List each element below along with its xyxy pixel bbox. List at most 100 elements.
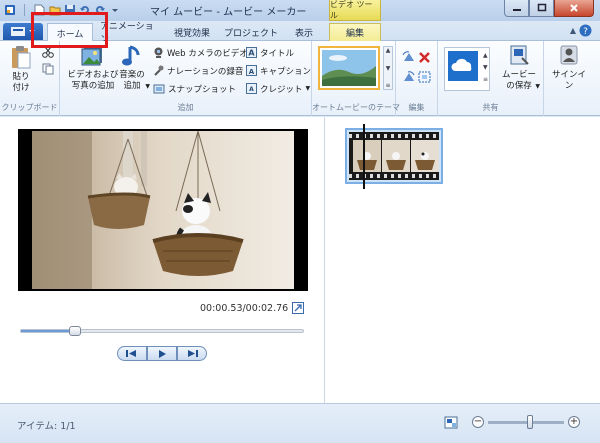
tab-project[interactable]: プロジェクト <box>222 23 280 41</box>
paste-label: 貼り 付け <box>12 72 30 93</box>
item-count-status: アイテム: 1/1 <box>17 421 76 432</box>
qat-dropdown-icon[interactable] <box>108 3 121 17</box>
title-button[interactable]: A タイトル <box>246 46 294 59</box>
minimize-button[interactable] <box>504 0 529 17</box>
caption-button[interactable]: A キャプション <box>246 64 311 77</box>
zoom-slider[interactable] <box>488 414 564 429</box>
svg-text:A: A <box>248 49 255 58</box>
tab-visual-effects[interactable]: 視覚効果 <box>166 23 218 41</box>
group-add: ビデオおよび 写真の追加 音楽の 追加 ▼ Web カメラのビデオ ナレーション… <box>60 41 312 116</box>
select-all-icon[interactable] <box>418 71 431 83</box>
play-icon <box>159 349 166 358</box>
paste-icon <box>12 46 31 69</box>
save-movie-icon <box>510 45 529 65</box>
caption-icon: A <box>246 65 257 76</box>
play-button[interactable] <box>147 346 177 361</box>
share-group-label: 共有 <box>482 103 499 112</box>
zoom-slider-thumb[interactable] <box>526 414 533 429</box>
credits-dropdown-icon[interactable]: ▼ <box>306 85 311 92</box>
snapshot-button[interactable]: スナップショット <box>153 82 236 95</box>
landscape-theme-icon <box>322 50 376 86</box>
clipboard-group-label: クリップボード <box>1 103 58 112</box>
record-narration-button[interactable]: ナレーションの録音 ▼ <box>153 64 251 77</box>
timecode-display: 00:00.53/00:02.76 <box>200 303 289 314</box>
previous-frame-icon <box>126 350 136 357</box>
snapshot-label: スナップショット <box>168 84 237 95</box>
onedrive-cloud-icon <box>448 51 478 81</box>
storyboard-playhead[interactable] <box>363 124 365 189</box>
seek-bar[interactable] <box>20 326 304 336</box>
fullscreen-preview-icon[interactable] <box>292 302 304 314</box>
caption-label: キャプション <box>260 66 312 77</box>
group-share: ▲ ▼ ≡ ムービー の保存 ▼ 共有 <box>438 41 544 116</box>
add-videos-photos-button[interactable]: ビデオおよび 写真の追加 <box>66 44 120 92</box>
gallery-more-icon[interactable]: ≡ <box>385 82 390 89</box>
gallery-down-icon[interactable]: ▼ <box>386 65 391 72</box>
seek-bar-thumb[interactable] <box>68 326 81 336</box>
title-label: タイトル <box>260 48 295 59</box>
add-music-button[interactable]: 音楽の 追加 ▼ <box>116 44 150 92</box>
close-button[interactable] <box>554 0 594 17</box>
signin-button[interactable]: サインイン <box>548 44 590 92</box>
automovie-group-label: オートムービーのテーマ <box>312 103 400 112</box>
pane-splitter[interactable] <box>324 117 325 403</box>
window-title: マイ ムービー - ムービー メーカー <box>150 7 307 18</box>
app-icon[interactable] <box>3 3 16 17</box>
copy-icon[interactable] <box>42 63 54 75</box>
zoom-out-button[interactable]: − <box>472 416 484 428</box>
svg-text:A: A <box>249 86 254 93</box>
window-controls <box>504 0 594 17</box>
paste-button[interactable]: 貼り 付け <box>8 44 34 94</box>
zoom-in-button[interactable]: + <box>568 416 580 428</box>
credits-icon: A <box>246 83 257 94</box>
signin-label: サインイン <box>551 70 586 91</box>
automovie-theme-thumbnail[interactable] <box>318 46 380 90</box>
video-tools-context-label: ビデオ ツール <box>329 0 381 21</box>
rotate-right-icon[interactable] <box>402 71 415 83</box>
ribbon: 貼り 付け クリップボード ビデオおよび 写真の追加 音楽の 追加 ▼ Web … <box>0 41 600 116</box>
video-frame-image <box>18 129 308 291</box>
share-gallery-scroll[interactable]: ▲ ▼ ≡ <box>483 50 488 86</box>
aspect-ratio-icon[interactable] <box>444 416 458 429</box>
webcam-video-button[interactable]: Web カメラのビデオ <box>153 46 248 59</box>
music-note-icon <box>122 45 140 66</box>
microphone-icon <box>154 65 164 76</box>
theme-gallery-scroll[interactable]: ▲ ▼ ≡ <box>383 46 393 90</box>
record-narration-label: ナレーションの録音 <box>167 66 244 77</box>
maximize-icon <box>537 3 546 12</box>
storyboard-clip[interactable] <box>345 128 443 184</box>
snapshot-icon <box>153 84 165 93</box>
playback-controls <box>117 346 207 361</box>
tab-animation[interactable]: アニメーション <box>100 22 160 45</box>
webcam-icon <box>154 47 163 58</box>
next-frame-button[interactable] <box>177 346 207 361</box>
svg-text:?: ? <box>583 27 588 37</box>
add-music-label: 音楽の 追加 <box>119 70 145 91</box>
add-music-dropdown-icon[interactable]: ▼ <box>145 81 150 92</box>
clip-thumbnail-frames <box>353 140 439 172</box>
main-area: 00:00.53/00:02.76 <box>0 117 600 403</box>
rotate-left-icon[interactable] <box>402 51 415 63</box>
save-movie-button[interactable]: ムービー の保存 ▼ <box>498 44 540 92</box>
gallery-up-icon[interactable]: ▲ <box>386 47 391 54</box>
seek-bar-fill <box>21 330 75 332</box>
status-bar: アイテム: 1/1 − + <box>0 403 600 443</box>
minimize-icon <box>512 9 521 11</box>
remove-icon[interactable] <box>418 51 431 63</box>
close-icon <box>570 4 578 12</box>
separator-icon <box>18 3 31 17</box>
webcam-video-label: Web カメラのビデオ <box>167 48 248 59</box>
previous-frame-button[interactable] <box>117 346 147 361</box>
zoom-control: − + <box>472 414 580 429</box>
credits-button[interactable]: A クレジット ▼ <box>246 82 310 95</box>
ribbon-collapse-icon[interactable]: ▲ <box>570 26 576 35</box>
video-preview[interactable] <box>18 129 308 291</box>
help-icon[interactable]: ? <box>579 24 592 37</box>
tab-view[interactable]: 表示 <box>284 23 324 41</box>
maximize-button[interactable] <box>529 0 554 17</box>
share-gallery[interactable]: ▲ ▼ ≡ <box>444 47 490 91</box>
credits-label: クレジット <box>260 84 303 95</box>
group-clipboard: 貼り 付け クリップボード <box>0 41 60 116</box>
save-movie-dropdown-icon[interactable]: ▼ <box>535 81 540 92</box>
tab-edit[interactable]: 編集 <box>329 23 381 41</box>
